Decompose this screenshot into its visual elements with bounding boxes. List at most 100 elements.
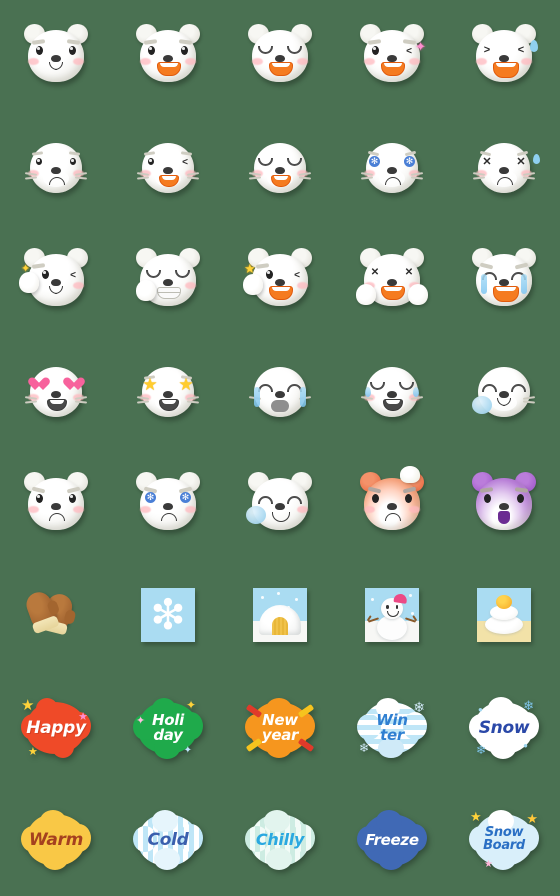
bear-sleeping-bubble[interactable] <box>244 468 316 540</box>
emoji-cell[interactable]: < <box>112 112 224 224</box>
emoji-cell[interactable] <box>448 448 560 560</box>
emoji-cell[interactable]: ★ ★ ★ Snow Board <box>448 784 560 896</box>
emoji-cell[interactable] <box>224 0 336 112</box>
seal-happy-tears[interactable] <box>356 356 428 428</box>
eye-x-right-icon: ✕ <box>516 156 526 168</box>
emoji-cell[interactable]: ✕ ✕ <box>448 112 560 224</box>
emoji-cell[interactable]: Warm <box>0 784 112 896</box>
emoji-cell[interactable]: ✻ ✻ <box>112 448 224 560</box>
badge-chilly[interactable]: Chilly <box>244 804 316 876</box>
seal-joyful[interactable] <box>244 132 316 204</box>
tear-stream-left-icon <box>481 274 487 294</box>
emoji-cell[interactable]: ★ ★ <box>112 336 224 448</box>
emoji-cell[interactable] <box>336 560 448 672</box>
badge-snowboard[interactable]: ★ ★ ★ Snow Board <box>468 804 540 876</box>
emoji-cell[interactable] <box>0 112 112 224</box>
badge-warm[interactable]: Warm <box>20 804 92 876</box>
badge-happy[interactable]: ★ ★ ★ Happy <box>20 692 92 764</box>
emoji-cell[interactable]: ❄ ❄ Win ter <box>336 672 448 784</box>
emoji-cell[interactable] <box>0 448 112 560</box>
badge-new-year[interactable]: New year <box>244 692 316 764</box>
emoji-cell[interactable]: < ✦ <box>0 224 112 336</box>
snow-dot-icon <box>409 594 412 597</box>
igloo-tile[interactable] <box>244 580 316 652</box>
eye-left-icon <box>266 270 273 279</box>
seal-star-eyes[interactable]: ★ ★ <box>132 356 204 428</box>
bear-cheer-star-paw[interactable]: < ★ <box>243 244 316 316</box>
emoji-cell[interactable]: Chilly <box>224 784 336 896</box>
nose-icon <box>51 167 61 174</box>
emoji-cell[interactable] <box>224 112 336 224</box>
badge-snow[interactable]: ❄ ❄ ● ● Snow <box>468 692 540 764</box>
emoji-cell[interactable]: ❄ ❄ ● ● Snow <box>448 672 560 784</box>
eye-right-icon <box>405 494 412 503</box>
emoji-cell[interactable] <box>0 0 112 112</box>
badge-holiday[interactable]: ✦ ✦ ✦ Holi day <box>132 692 204 764</box>
emoji-cell[interactable] <box>224 336 336 448</box>
emoji-cell[interactable]: Cold <box>112 784 224 896</box>
emoji-cell[interactable]: New year <box>224 672 336 784</box>
emoji-cell[interactable]: ✻ ✻ <box>336 112 448 224</box>
emoji-cell[interactable] <box>448 224 560 336</box>
badge-blob <box>490 737 516 759</box>
emoji-cell[interactable] <box>224 560 336 672</box>
bear-angry-red[interactable] <box>356 466 428 540</box>
bear-grin-teeth-paw[interactable] <box>132 244 204 316</box>
seal-wink-smile[interactable]: < <box>132 132 204 204</box>
emoji-cell[interactable] <box>448 560 560 672</box>
emoji-cell[interactable]: ✕ ✕ <box>336 224 448 336</box>
badge-label: Happy <box>26 717 86 738</box>
cheek-left-icon <box>364 58 375 65</box>
emoji-cell[interactable]: > < <box>448 0 560 112</box>
star-pink-icon: ★ <box>484 859 493 870</box>
emoji-cell[interactable]: ✦ ✦ ✦ Holi day <box>112 672 224 784</box>
seal-neutral[interactable] <box>20 132 92 204</box>
bear-excited-two-paws[interactable]: ✕ ✕ <box>356 244 428 316</box>
snow-cap-icon <box>400 466 420 483</box>
seal-sleeping-bubble[interactable] <box>468 356 540 428</box>
seal-knocked-out[interactable]: ✕ ✕ <box>468 132 540 204</box>
bear-neutral-smile[interactable] <box>20 20 92 92</box>
badge-freeze[interactable]: Freeze <box>356 804 428 876</box>
bear-wink-sparkle[interactable]: < ✦ <box>356 20 428 92</box>
badge-label: Freeze <box>365 830 419 849</box>
emoji-cell[interactable]: Freeze <box>336 784 448 896</box>
emoji-cell[interactable] <box>112 224 224 336</box>
seal-heart-eyes[interactable] <box>20 356 92 428</box>
bear-laughing-closed-eyes[interactable] <box>244 20 316 92</box>
bear-dizzy-swirl[interactable]: ✻ ✻ <box>132 468 204 540</box>
emoji-cell[interactable] <box>112 0 224 112</box>
star-eye-left-icon: ★ <box>142 375 158 394</box>
emoji-cell[interactable]: < ✦ <box>336 0 448 112</box>
emoji-cell[interactable] <box>224 448 336 560</box>
kagami-mochi-tile[interactable] <box>468 580 540 652</box>
bear-sad-frown[interactable] <box>20 468 92 540</box>
emoji-cell[interactable] <box>336 336 448 448</box>
badge-shape: ❄ ❄ ● ● Snow <box>469 697 539 759</box>
emoji-cell[interactable] <box>0 336 112 448</box>
emoji-cell[interactable]: ❇ <box>112 560 224 672</box>
nose-icon <box>163 391 173 398</box>
bear-wink-paw-sparkle[interactable]: < ✦ <box>19 244 92 316</box>
eye-left-icon <box>36 46 43 55</box>
seal-sobbing[interactable] <box>244 356 316 428</box>
emoji-cell[interactable] <box>336 448 448 560</box>
emoji-cell[interactable] <box>448 336 560 448</box>
star-yellow-icon: ★ <box>244 261 256 276</box>
cheek-left-icon <box>252 58 263 65</box>
seal-dizzy-swirl-eyes[interactable]: ✻ ✻ <box>356 132 428 204</box>
nose-icon <box>51 279 61 286</box>
mittens[interactable] <box>20 580 92 652</box>
bear-distressed-sweat[interactable]: > < <box>468 20 540 92</box>
snowflake-tile[interactable]: ❇ <box>132 580 204 652</box>
bear-happy-open-mouth[interactable] <box>132 20 204 92</box>
emoji-cell[interactable]: ★ ★ ★ Happy <box>0 672 112 784</box>
emoji-cell[interactable]: < ★ <box>224 224 336 336</box>
bear-crying-loud[interactable] <box>468 244 540 316</box>
bear-shocked-purple[interactable] <box>468 468 540 540</box>
emoji-cell[interactable] <box>0 560 112 672</box>
snowman-tile[interactable] <box>356 580 428 652</box>
badge-label: Warm <box>29 829 83 850</box>
badge-winter[interactable]: ❄ ❄ Win ter <box>356 692 428 764</box>
badge-cold[interactable]: Cold <box>132 804 204 876</box>
